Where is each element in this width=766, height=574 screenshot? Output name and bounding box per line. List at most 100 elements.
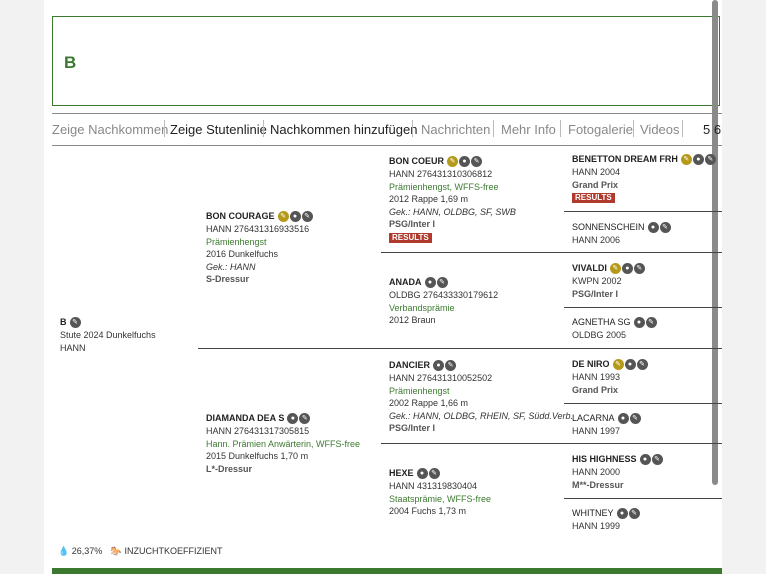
ds-name[interactable]: DANCIER — [389, 360, 430, 370]
pedigree-g3-6: LACARNA ● ✎ HANN 1997 — [572, 412, 642, 438]
g3-name[interactable]: SONNENSCHEIN — [572, 222, 645, 232]
tab-separator — [493, 120, 494, 137]
ds-regnr: HANN 276431310052502 — [389, 372, 493, 383]
pedigree-sire: BON COURAGE ✎ ● ✎ HANN 276431316933516 Präm… — [206, 210, 314, 286]
offspring-icon[interactable]: ● — [633, 317, 645, 329]
edit-icon[interactable]: ✎ — [436, 277, 448, 289]
edit-icon[interactable]: ✎ — [645, 317, 657, 329]
offspring-icon[interactable]: ● — [424, 277, 436, 289]
offspring-icon[interactable]: ● — [647, 222, 659, 234]
g3-name[interactable]: VIVALDI — [572, 263, 607, 273]
pedigree-g3-7: HIS HIGHNESS ● ✎ HANN 2000 M**-Dressur — [572, 453, 664, 491]
tab-separator — [412, 120, 413, 137]
offspring-icon[interactable]: ● — [624, 359, 636, 371]
tab-page-numbers[interactable]: 5 6 — [703, 122, 721, 137]
divider-gen2 — [381, 443, 564, 444]
edit-icon[interactable]: ✎ — [651, 454, 663, 466]
offspring-icon[interactable]: ● — [289, 211, 301, 223]
edit-icon[interactable]: ✎ — [628, 508, 640, 520]
edit-icon[interactable]: ✎ — [445, 360, 457, 372]
dam-name[interactable]: DIAMANDA DEA S — [206, 413, 284, 423]
tab-nachrichten[interactable]: Nachrichten — [421, 122, 490, 137]
pedigree-dam: DIAMANDA DEA S ● ✎ HANN 276431317305815 Ha… — [206, 412, 360, 475]
results-badge[interactable]: RESULTS — [572, 193, 615, 204]
edit-icon[interactable]: ✎ — [471, 156, 483, 168]
tab-fotogalerie[interactable]: Fotogalerie — [568, 122, 633, 137]
offspring-icon[interactable]: ● — [416, 468, 428, 480]
offspring-icon[interactable]: ● — [616, 508, 628, 520]
offspring-icon[interactable]: ● — [692, 154, 704, 166]
tab-zeige-nachkommen[interactable]: Zeige Nachkommen — [52, 122, 168, 137]
g3-name[interactable]: LACARNA — [572, 413, 615, 423]
divider-gen2 — [381, 252, 564, 253]
edit-icon[interactable]: ✎ — [428, 468, 440, 480]
subject-studbook: HANN — [60, 342, 86, 353]
ss-licensed: Gek.: HANN, OLDBG, SF, SWB — [389, 206, 516, 217]
tab-nachkommen-hinzufuegen[interactable]: Nachkommen hinzufügen — [270, 122, 417, 137]
dd-name[interactable]: HEXE — [389, 468, 414, 478]
g3-info: HANN 1993 — [572, 371, 621, 382]
edit-icon[interactable]: ✎ — [301, 211, 313, 223]
horse-icon: 🐎 — [110, 546, 122, 556]
tab-videos[interactable]: Videos — [640, 122, 680, 137]
divider-gen3 — [564, 211, 722, 212]
edit-icon[interactable]: ✎ — [704, 154, 716, 166]
pedigree-sire-sire: BON COEUR ✎ ● ✎ HANN 276431310306812 Prämie… — [389, 155, 516, 243]
edit-icon[interactable]: ✎ — [609, 263, 621, 275]
offspring-icon[interactable]: ● — [617, 413, 629, 425]
g3-name[interactable]: AGNETHA SG — [572, 317, 631, 327]
bottom-accent-bar — [52, 568, 722, 574]
g3-info: HANN 1999 — [572, 520, 621, 531]
g3-info: KWPN 2002 — [572, 275, 622, 286]
edit-icon[interactable]: ✎ — [447, 156, 459, 168]
pedigree-dam-dam: HEXE ● ✎ HANN 431319830404 Staatsprämie, W… — [389, 467, 491, 518]
divider-gen1 — [198, 348, 381, 349]
tab-mehr-info[interactable]: Mehr Info — [501, 122, 556, 137]
divider-gen3 — [564, 252, 722, 253]
divider-tabs — [52, 145, 722, 146]
edit-icon[interactable]: ✎ — [633, 263, 645, 275]
divider-gen3 — [564, 498, 722, 499]
edit-icon[interactable]: ✎ — [680, 154, 692, 166]
divider-gen3 — [564, 403, 722, 404]
sd-birth: 2012 Braun — [389, 315, 436, 326]
ss-award: Prämienhengst, WFFS-free — [389, 181, 499, 192]
results-badge[interactable]: RESULTS — [389, 232, 432, 243]
pedigree-g3-4: AGNETHA SG ● ✎ OLDBG 2005 — [572, 316, 658, 342]
g3-info: HANN 2004 — [572, 166, 621, 177]
edit-icon[interactable]: ✎ — [659, 222, 671, 234]
sire-name[interactable]: BON COURAGE — [206, 211, 275, 221]
inbreeding-value: 26,37% — [71, 546, 103, 556]
tab-zeige-stutenlinie[interactable]: Zeige Stutenlinie — [170, 122, 267, 137]
sire-licensed: Gek.: HANN — [206, 261, 256, 272]
edit-icon[interactable]: ✎ — [277, 211, 289, 223]
ss-name[interactable]: BON COEUR — [389, 156, 444, 166]
offspring-icon[interactable]: ● — [287, 413, 299, 425]
offspring-icon[interactable]: ● — [433, 360, 445, 372]
edit-icon[interactable]: ✎ — [629, 413, 641, 425]
ds-award: Prämienhengst — [389, 385, 450, 396]
edit-icon[interactable]: ✎ — [299, 413, 311, 425]
offspring-icon[interactable]: ● — [459, 156, 471, 168]
g3-info: HANN 2000 — [572, 466, 621, 477]
ds-licensed: Gek.: HANN, OLDBG, RHEIN, SF, Südd.Verb. — [389, 410, 574, 421]
g3-name[interactable]: HIS HIGHNESS — [572, 454, 637, 464]
subject-name[interactable]: B — [60, 317, 67, 327]
offspring-icon[interactable]: ● — [621, 263, 633, 275]
tab-bar: Zeige Nachkommen Zeige Stutenlinie Nachk… — [52, 120, 722, 140]
edit-icon[interactable]: ✎ — [69, 317, 81, 329]
sd-name[interactable]: ANADA — [389, 277, 422, 287]
vertical-scrollbar[interactable] — [712, 0, 718, 485]
edit-icon[interactable]: ✎ — [636, 359, 648, 371]
offspring-icon[interactable]: ● — [639, 454, 651, 466]
edit-icon[interactable]: ✎ — [612, 359, 624, 371]
g3-name[interactable]: WHITNEY — [572, 508, 614, 518]
drop-icon: 💧 — [58, 546, 70, 556]
ss-level: PSG/Inter I — [389, 219, 436, 230]
dam-level: L*-Dressur — [206, 463, 253, 474]
g3-name[interactable]: DE NIRO — [572, 359, 610, 369]
tab-separator — [164, 120, 165, 137]
sire-level: S-Dressur — [206, 274, 250, 285]
g3-name[interactable]: BENETTON DREAM FRH — [572, 154, 678, 164]
tab-separator — [263, 120, 264, 137]
